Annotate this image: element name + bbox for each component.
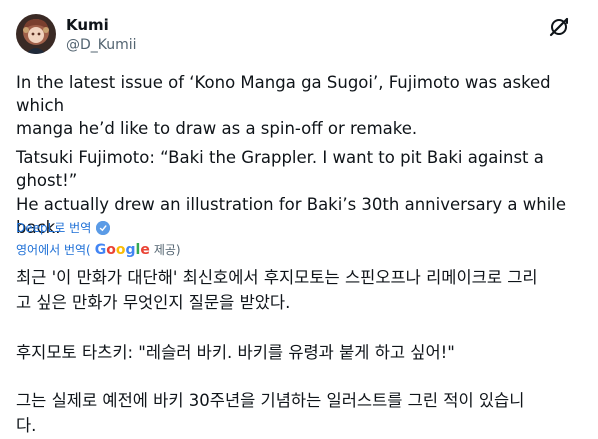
translated-line: 고 싶은 만화가 무엇인지 질문을 받았다.	[16, 293, 291, 312]
deepl-translate-link[interactable]: DeepL로 번역	[16, 219, 111, 236]
deepl-translate-label[interactable]: DeepL로 번역	[16, 219, 91, 236]
google-logo-letter: o	[115, 241, 126, 258]
translated-paragraph-1: 최근 '이 만화가 대단해' 최신호에서 후지모토는 스핀오프나 리메이크로 그…	[16, 265, 582, 315]
user-name[interactable]: Kumi	[66, 16, 109, 34]
google-logo-letter: e	[140, 241, 150, 258]
user-handle[interactable]: @D_Kumii	[66, 37, 137, 53]
tweet-paragraph-2: Tatsuki Fujimoto: “Baki the Grappler. I …	[16, 148, 544, 190]
translated-line: 다.	[16, 416, 37, 435]
google-translate-suffix: 제공)	[153, 243, 181, 257]
google-logo-letter: G	[94, 241, 107, 258]
google-logo: Google	[95, 242, 150, 258]
google-logo-letter: o	[106, 241, 116, 258]
tweet-paragraph-1: In the latest issue of ‘Kono Manga ga Su…	[16, 71, 582, 140]
tweet-line: In the latest issue of ‘Kono Manga ga Su…	[16, 73, 551, 115]
grok-icon[interactable]	[548, 16, 570, 38]
translated-paragraph-3: 그는 실제로 예전에 바키 30주년을 기념하는 일러스트를 그린 적이 있습니…	[16, 388, 582, 438]
google-logo-letter: g	[125, 241, 136, 258]
avatar[interactable]	[16, 14, 56, 54]
tweet-line: manga he’d like to draw as a spin-off or…	[16, 119, 418, 138]
google-translate-prefix: 영어에서 번역(	[16, 243, 91, 257]
google-translate-info: 영어에서 번역( Google 제공)	[16, 241, 181, 258]
tweet-header: Kumi @D_Kumii	[16, 12, 582, 60]
translated-line: 그는 실제로 예전에 바키 30주년을 기념하는 일러스트를 그린 적이 있습니	[16, 391, 525, 410]
deepl-badge-icon	[96, 220, 111, 235]
translated-paragraph-2: 후지모토 타츠키: "레슬러 바키. 바키를 유령과 붙게 하고 싶어!"	[16, 343, 455, 362]
translated-line: 최근 '이 만화가 대단해' 최신호에서 후지모토는 스핀오프나 리메이크로 그…	[16, 268, 538, 287]
